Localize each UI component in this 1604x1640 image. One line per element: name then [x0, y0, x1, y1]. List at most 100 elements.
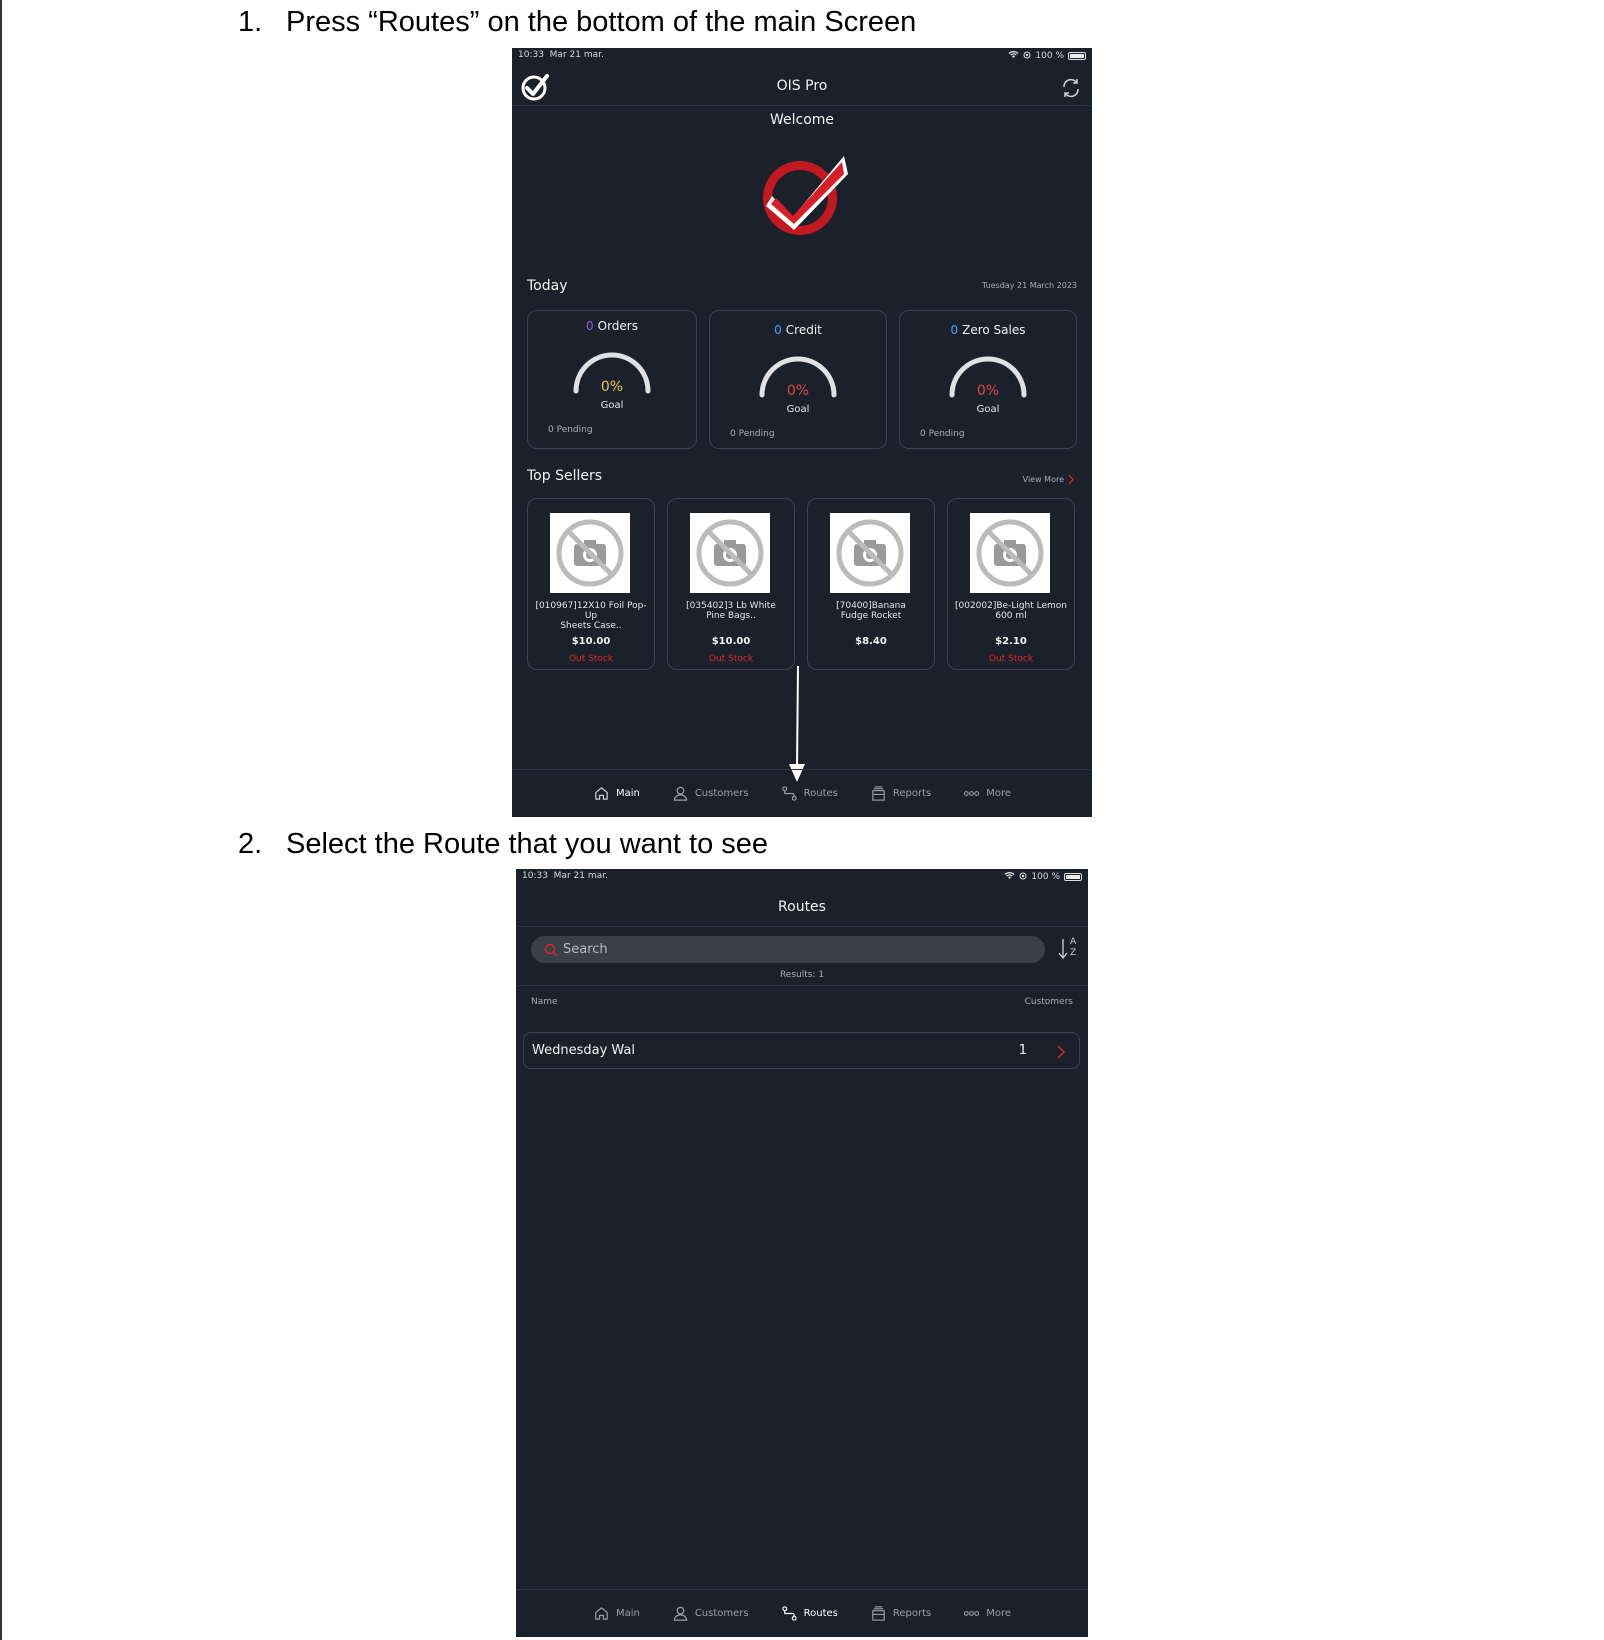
step-2-text: Select the Route that you want to see — [286, 828, 769, 860]
tab-main[interactable]: Main — [577, 1590, 656, 1637]
stat-card-credit[interactable]: 0 Credit 0% Goal 0 Pending — [709, 310, 887, 449]
stat-card-zero-sales[interactable]: 0 Zero Sales 0% Goal 0 Pending — [899, 310, 1077, 449]
tab-reports[interactable]: Reports — [854, 770, 947, 817]
column-header-customers: Customers — [1024, 997, 1073, 1007]
no-image-camera-icon — [970, 513, 1050, 593]
stat-label-credit: Credit — [785, 323, 822, 337]
welcome-text: Welcome — [769, 112, 835, 128]
tab-customers-label: Customers — [694, 788, 749, 799]
product-stock-status: Out Stock — [708, 654, 754, 664]
column-header-name: Name — [531, 997, 558, 1007]
stat-percent-credit: 0% — [786, 383, 810, 399]
product-name: [70400]Banana Fudge Rocket — [836, 601, 906, 621]
tab-customers[interactable]: Customers — [656, 770, 765, 817]
stat-goal-credit: Goal — [786, 404, 810, 415]
stat-goal-zero-sales: Goal — [976, 404, 1000, 415]
sort-arrow-down-icon — [1058, 939, 1068, 960]
route-name: Wednesday Wal — [532, 1043, 635, 1058]
wifi-icon — [1008, 50, 1019, 62]
results-count: Results: 1 — [779, 970, 825, 980]
today-label: Today — [527, 278, 568, 294]
tab-more[interactable]: More — [947, 1590, 1027, 1637]
stat-card-orders[interactable]: 0 Orders 0% Goal 0 Pending — [527, 310, 697, 449]
main-screen: 10:33 Mar 21 mar. 100 % OIS Pro Welcome — [512, 48, 1092, 817]
stat-header-credit: 0 Credit — [710, 323, 886, 337]
main-navbar: OIS Pro — [512, 62, 1092, 106]
route-icon — [781, 786, 797, 801]
stat-pending-credit: 0 Pending — [730, 429, 775, 439]
sync-icon[interactable] — [1060, 77, 1082, 103]
status-bar: 10:33 Mar 21 mar. 100 % — [516, 869, 1088, 883]
stat-percent-zero-sales: 0% — [976, 383, 1000, 399]
status-time: 10:33 Mar 21 mar. — [522, 871, 608, 881]
routes-navbar: Routes — [516, 883, 1088, 927]
routes-title: Routes — [778, 899, 826, 915]
product-name: [035402]3 Lb White Pine Bags.. — [686, 601, 776, 621]
location-icon — [1019, 872, 1027, 883]
more-dots-icon — [964, 1611, 980, 1616]
step-1-text: Press “Routes” on the bottom of the main… — [286, 6, 917, 38]
tab-reports-label: Reports — [892, 1608, 932, 1619]
view-more-text: View More — [1022, 475, 1064, 484]
tab-customers[interactable]: Customers — [656, 1590, 765, 1637]
more-dots-icon — [964, 791, 980, 796]
app-title: OIS Pro — [776, 78, 828, 94]
stat-pending-orders: 0 Pending — [548, 425, 593, 435]
stat-percent-orders: 0% — [600, 379, 624, 395]
tab-more[interactable]: More — [947, 770, 1027, 817]
battery-percent: 100 % — [1035, 51, 1064, 61]
battery-icon — [1064, 873, 1082, 881]
sort-az-button[interactable]: A Z — [1058, 937, 1082, 961]
sort-z-label: Z — [1070, 948, 1077, 958]
tab-main-label: Main — [615, 1608, 640, 1619]
route-icon — [781, 1606, 797, 1621]
status-right: 100 % — [1004, 871, 1082, 883]
brand-check-logo — [760, 152, 850, 242]
search-input[interactable]: Search — [531, 936, 1045, 963]
main-tab-bar: Main Customers Routes Reports More — [512, 769, 1092, 817]
page-left-border — [0, 0, 2, 1640]
tab-more-label: More — [986, 788, 1012, 799]
route-customer-count: 1 — [1018, 1043, 1027, 1058]
tab-customers-label: Customers — [694, 1608, 749, 1619]
wifi-icon — [1004, 871, 1015, 883]
stat-label-orders: Orders — [597, 319, 638, 333]
product-card[interactable]: [035402]3 Lb White Pine Bags.. $10.00 Out… — [667, 498, 795, 670]
today-date: Tuesday 21 March 2023 — [981, 281, 1077, 290]
results-divider — [516, 985, 1088, 986]
reports-icon — [872, 786, 885, 801]
stat-count-credit: 0 — [774, 323, 782, 337]
stat-pending-zero-sales: 0 Pending — [920, 429, 965, 439]
no-image-camera-icon — [830, 513, 910, 593]
product-name: [002002]Be-Light Lemon 600 ml — [954, 601, 1068, 621]
product-price: $2.10 — [995, 636, 1027, 647]
product-card[interactable]: [70400]Banana Fudge Rocket $8.40 — [807, 498, 935, 670]
product-stock-status: Out Stock — [568, 654, 614, 664]
stat-header-orders: 0 Orders — [528, 319, 696, 333]
tab-routes[interactable]: Routes — [765, 1590, 854, 1637]
stat-goal-orders: Goal — [600, 400, 624, 411]
sort-a-label: A — [1070, 937, 1077, 947]
no-image-camera-icon — [550, 513, 630, 593]
product-price: $8.40 — [855, 636, 887, 647]
product-card[interactable]: [010967]12X10 Foil Pop-Up Sheets Case.. $… — [527, 498, 655, 670]
product-card[interactable]: [002002]Be-Light Lemon 600 ml $2.10 Out S… — [947, 498, 1075, 670]
view-more-link[interactable]: View More — [1023, 470, 1074, 489]
battery-icon — [1068, 52, 1086, 60]
step-2-title: 2. Select the Route that you want to see — [238, 828, 768, 861]
stat-label-zero-sales: Zero Sales — [962, 323, 1026, 337]
tab-reports[interactable]: Reports — [854, 1590, 947, 1637]
routes-screen: 10:33 Mar 21 mar. 100 % Routes Search A … — [516, 869, 1088, 1637]
search-icon — [544, 942, 558, 961]
tab-routes[interactable]: Routes — [765, 770, 854, 817]
tab-main[interactable]: Main — [577, 770, 656, 817]
tab-main-label: Main — [615, 788, 640, 799]
tab-more-label: More — [986, 1608, 1012, 1619]
route-row[interactable]: Wednesday Wal 1 — [523, 1032, 1080, 1069]
chevron-right-icon — [1068, 470, 1074, 489]
step-1-number: 1. — [238, 6, 263, 38]
search-placeholder: Search — [563, 942, 608, 957]
stat-count-zero-sales: 0 — [950, 323, 959, 337]
battery-percent: 100 % — [1031, 872, 1060, 882]
no-image-camera-icon — [690, 513, 770, 593]
